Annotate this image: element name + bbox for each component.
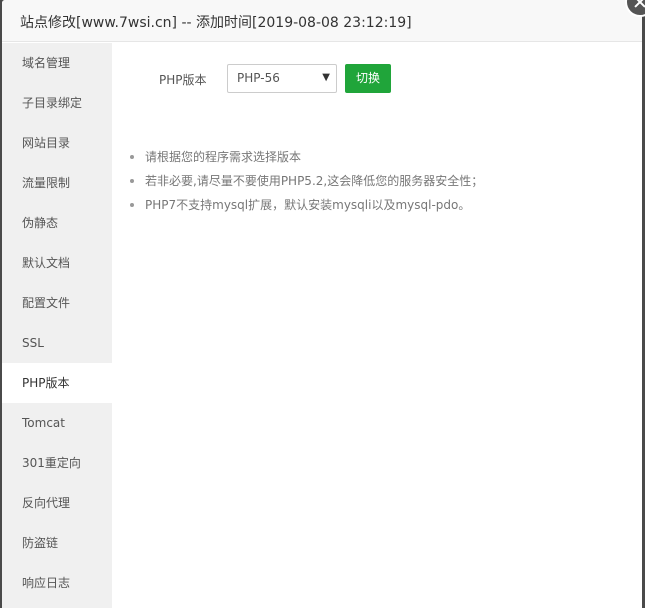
sidebar-item-rewrite[interactable]: 伪静态 bbox=[2, 203, 112, 243]
sidebar-item-traffic-limit[interactable]: 流量限制 bbox=[2, 163, 112, 203]
php-version-select[interactable]: PHP-56 ▼ bbox=[227, 64, 337, 93]
tip-text: 请根据您的程序需求选择版本 bbox=[145, 150, 302, 164]
settings-sidebar: 域名管理 子目录绑定 网站目录 流量限制 伪静态 默认文档 配置文件 SSL P… bbox=[2, 43, 112, 608]
sidebar-item-response-log[interactable]: 响应日志 bbox=[2, 563, 112, 603]
bullet-icon bbox=[130, 179, 134, 183]
bullet-icon bbox=[130, 155, 134, 159]
dropdown-arrow-icon: ▼ bbox=[322, 72, 330, 83]
sidebar-item-ssl[interactable]: SSL bbox=[2, 323, 112, 363]
tip-item: PHP7不支持mysql扩展，默认安装mysqli以及mysql-pdo。 bbox=[126, 197, 626, 221]
sidebar-item-default-document[interactable]: 默认文档 bbox=[2, 243, 112, 283]
site-edit-dialog: 站点修改[www.7wsi.cn] -- 添加时间[2019-08-08 23:… bbox=[2, 0, 642, 608]
dialog-title-bar: 站点修改[www.7wsi.cn] -- 添加时间[2019-08-08 23:… bbox=[2, 0, 642, 42]
sidebar-item-site-directory[interactable]: 网站目录 bbox=[2, 123, 112, 163]
bullet-icon bbox=[130, 203, 134, 207]
dialog-title: 站点修改[www.7wsi.cn] -- 添加时间[2019-08-08 23:… bbox=[20, 15, 412, 31]
sidebar-item-php-version[interactable]: PHP版本 bbox=[2, 363, 112, 403]
sidebar-item-301-redirect[interactable]: 301重定向 bbox=[2, 443, 112, 483]
switch-version-button[interactable]: 切换 bbox=[345, 64, 391, 93]
sidebar-item-hotlink-protection[interactable]: 防盗链 bbox=[2, 523, 112, 563]
tip-item: 若非必要,请尽量不要使用PHP5.2,这会降低您的服务器安全性； bbox=[126, 173, 626, 197]
tip-item: 请根据您的程序需求选择版本 bbox=[126, 149, 626, 173]
php-version-panel: PHP版本 PHP-56 ▼ 切换 请根据您的程序需求选择版本 若非必要,请尽量… bbox=[112, 43, 642, 608]
sidebar-item-domain-management[interactable]: 域名管理 bbox=[2, 43, 112, 83]
sidebar-item-tomcat[interactable]: Tomcat bbox=[2, 403, 112, 443]
sidebar-item-reverse-proxy[interactable]: 反向代理 bbox=[2, 483, 112, 523]
tip-text: PHP7不支持mysql扩展，默认安装mysqli以及mysql-pdo。 bbox=[145, 198, 471, 212]
sidebar-item-config-file[interactable]: 配置文件 bbox=[2, 283, 112, 323]
selected-php-version: PHP-56 bbox=[237, 71, 280, 85]
tip-text: 若非必要,请尽量不要使用PHP5.2,这会降低您的服务器安全性； bbox=[145, 174, 484, 188]
php-version-tips: 请根据您的程序需求选择版本 若非必要,请尽量不要使用PHP5.2,这会降低您的服… bbox=[126, 149, 626, 221]
php-version-label: PHP版本 bbox=[159, 73, 207, 87]
sidebar-item-subdirectory-binding[interactable]: 子目录绑定 bbox=[2, 83, 112, 123]
